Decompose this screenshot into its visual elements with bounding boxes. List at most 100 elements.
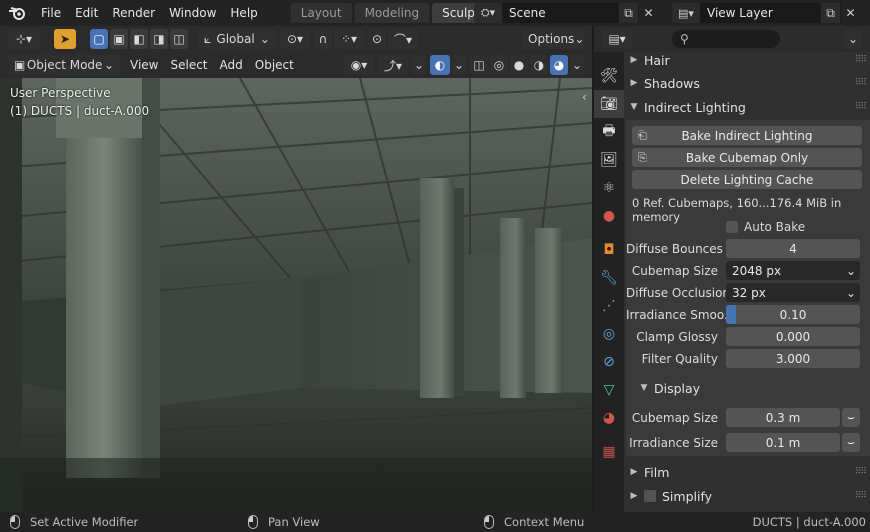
falloff-icon[interactable]: ⌒▾ xyxy=(388,29,418,49)
select-new-icon[interactable]: ▢ xyxy=(90,29,108,49)
overlays-icon[interactable]: ◐ xyxy=(430,55,450,75)
visibility-icon[interactable]: ◉▾ xyxy=(344,55,374,75)
properties-options-dropdown-icon[interactable]: ⌄ xyxy=(844,29,862,49)
properties-search-input[interactable]: ⚲ xyxy=(672,30,780,48)
render-tab-icon[interactable]: 📷︎ xyxy=(594,90,624,118)
section-indirect-lighting[interactable]: ▼ Indirect Lighting ⠿⠿ xyxy=(624,96,870,118)
sidebar-toggle-icon[interactable]: ‹ xyxy=(582,90,592,104)
tool-tab-icon[interactable]: 🛠︎ xyxy=(594,62,624,90)
view-layer-selector[interactable]: ▤▾ View Layer ⧉ ✕ xyxy=(672,3,860,23)
proportional-edit-icon[interactable]: ⊙ xyxy=(368,29,386,49)
select-tool-icon[interactable]: ➤ xyxy=(54,29,76,49)
physics-tab-icon[interactable]: ◎ xyxy=(594,320,624,348)
display-irradiance-toggle-icon[interactable]: ⌣ xyxy=(842,433,860,452)
properties-tabs: 🛠︎ 📷︎ 🖶︎ 🖼︎ ⚛ ● ◘ 🔧︎ ⋰ ◎ ⊘ ▽ ◕ ▦ xyxy=(594,52,624,512)
clamp-glossy-field[interactable]: 0.000 xyxy=(726,327,860,346)
irradiance-smoothing-slider[interactable]: 0.10 xyxy=(726,305,860,324)
drag-grip-icon[interactable]: ⠿⠿ xyxy=(855,491,867,501)
constraints-tab-icon[interactable]: ⊘ xyxy=(594,348,624,376)
blender-logo-icon[interactable] xyxy=(0,0,34,26)
tab-layout[interactable]: Layout xyxy=(290,3,352,23)
snap-target-icon[interactable]: ⁘▾ xyxy=(334,29,364,49)
editor-type-icon[interactable]: ⊹▾ xyxy=(8,29,40,49)
filter-quality-field[interactable]: 3.000 xyxy=(726,349,860,368)
menu-render[interactable]: Render xyxy=(105,0,162,26)
cubemap-size-dropdown[interactable]: 2048 px ⌄ xyxy=(726,261,860,280)
select-intersect-icon[interactable]: ◫ xyxy=(170,29,188,49)
duplicate-scene-icon[interactable]: ⧉ xyxy=(618,3,638,23)
section-shadows-label: Shadows xyxy=(644,75,700,91)
menu-edit[interactable]: Edit xyxy=(68,0,105,26)
menu-object[interactable]: Object xyxy=(249,55,300,75)
gizmo-icon[interactable]: ⤴▾ xyxy=(378,55,408,75)
bake-indirect-button[interactable]: ⎗ Bake Indirect Lighting xyxy=(632,126,862,145)
gizmo-dropdown-icon[interactable]: ⌄ xyxy=(412,55,426,75)
drag-grip-icon[interactable]: ⠿⠿ xyxy=(855,467,867,477)
material-preview-icon[interactable]: ◑ xyxy=(530,55,548,75)
drag-grip-icon[interactable]: ⠿⠿ xyxy=(855,55,867,65)
drag-grip-icon[interactable]: ⠿⠿ xyxy=(855,78,867,88)
rendered-shading-icon[interactable]: ◕ xyxy=(550,55,568,75)
world-tab-icon[interactable]: ● xyxy=(594,202,624,230)
drag-grip-icon[interactable]: ⠿⠿ xyxy=(855,102,867,112)
clamp-glossy-value: 0.000 xyxy=(775,329,811,344)
menu-view[interactable]: View xyxy=(124,55,164,75)
properties-editor-type-icon[interactable]: ▤▾ xyxy=(602,29,632,49)
bake-cubemap-label: Bake Cubemap Only xyxy=(685,150,809,165)
section-hair[interactable]: ▶ Hair ⠿⠿ xyxy=(624,52,870,71)
select-subtract-icon[interactable]: ◧ xyxy=(130,29,148,49)
view-layer-icon[interactable]: ▤▾ xyxy=(672,3,700,23)
texture-tab-icon[interactable]: ▦ xyxy=(594,438,624,466)
display-irradiance-size-field[interactable]: 0.1 m xyxy=(726,433,840,452)
scene-icon[interactable]: ⛭▾ xyxy=(474,3,502,23)
menu-add[interactable]: Add xyxy=(214,55,249,75)
particles-tab-icon[interactable]: ⋰ xyxy=(594,292,624,320)
section-film[interactable]: ▶ Film ⠿⠿ xyxy=(624,461,870,483)
data-tab-icon[interactable]: ▽ xyxy=(594,376,624,404)
view-layer-name-field[interactable]: View Layer xyxy=(700,3,820,23)
display-cubemap-size-field[interactable]: 0.3 m xyxy=(726,408,840,427)
remove-view-layer-icon[interactable]: ✕ xyxy=(840,3,860,23)
subsection-display[interactable]: ▼ Display xyxy=(634,377,870,399)
3d-viewport[interactable]: User Perspective (1) DUCTS | duct-A.000 … xyxy=(0,78,592,512)
xray-icon[interactable]: ◫ xyxy=(470,55,488,75)
menu-help[interactable]: Help xyxy=(223,0,264,26)
modifier-tab-icon[interactable]: 🔧︎ xyxy=(594,264,624,292)
delete-cache-button[interactable]: Delete Lighting Cache xyxy=(632,170,862,189)
object-tab-icon[interactable]: ◘ xyxy=(594,236,624,264)
simplify-checkbox[interactable] xyxy=(644,490,656,502)
scene-name-field[interactable]: Scene xyxy=(502,3,618,23)
output-tab-icon[interactable]: 🖶︎ xyxy=(594,118,624,146)
collapsed-arrow-icon: ▶ xyxy=(630,55,638,65)
wireframe-shading-icon[interactable]: ◎ xyxy=(490,55,508,75)
scene-tab-icon[interactable]: ⚛ xyxy=(594,174,624,202)
scene-selector[interactable]: ⛭▾ Scene ⧉ ✕ xyxy=(474,3,658,23)
diffuse-bounces-field[interactable]: 4 xyxy=(726,239,860,258)
material-tab-icon[interactable]: ◕ xyxy=(594,404,624,432)
section-shadows[interactable]: ▶ Shadows ⠿⠿ xyxy=(624,72,870,94)
select-extend-icon[interactable]: ▣ xyxy=(110,29,128,49)
transform-orientation-dropdown[interactable]: ⟀ Global ⌄ xyxy=(198,29,276,49)
options-dropdown[interactable]: Options ⌄ xyxy=(522,29,584,49)
solid-shading-icon[interactable]: ● xyxy=(510,55,528,75)
tab-modeling[interactable]: Modeling xyxy=(354,3,430,23)
shading-dropdown-icon[interactable]: ⌄ xyxy=(570,55,584,75)
diffuse-occlusion-dropdown[interactable]: 32 px ⌄ xyxy=(726,283,860,302)
auto-bake-checkbox[interactable] xyxy=(726,220,738,233)
snap-toggle-icon[interactable]: ∩ xyxy=(314,29,332,49)
display-cubemap-toggle-icon[interactable]: ⌣ xyxy=(842,408,860,427)
expanded-arrow-icon: ▼ xyxy=(640,383,648,393)
mode-dropdown[interactable]: ▣ Object Mode ⌄ xyxy=(8,55,120,75)
duplicate-view-layer-icon[interactable]: ⧉ xyxy=(820,3,840,23)
menu-file[interactable]: File xyxy=(34,0,68,26)
menu-select[interactable]: Select xyxy=(164,55,213,75)
overlays-dropdown-icon[interactable]: ⌄ xyxy=(452,55,466,75)
view-layer-tab-icon[interactable]: 🖼︎ xyxy=(594,146,624,174)
section-simplify[interactable]: ▶ Simplify ⠿⠿ xyxy=(624,485,870,507)
bake-cubemap-button[interactable]: ⎘ Bake Cubemap Only xyxy=(632,148,862,167)
remove-scene-icon[interactable]: ✕ xyxy=(638,3,658,23)
tool-settings-row: ⊹▾ ➤ ▢ ▣ ◧ ◨ ◫ ⟀ Global ⌄ ⊙▾ ∩ ⁘▾ ⊙ ⌒▾ O… xyxy=(0,26,592,52)
pivot-point-icon[interactable]: ⊙▾ xyxy=(280,29,310,49)
menu-window[interactable]: Window xyxy=(162,0,223,26)
select-invert-icon[interactable]: ◨ xyxy=(150,29,168,49)
